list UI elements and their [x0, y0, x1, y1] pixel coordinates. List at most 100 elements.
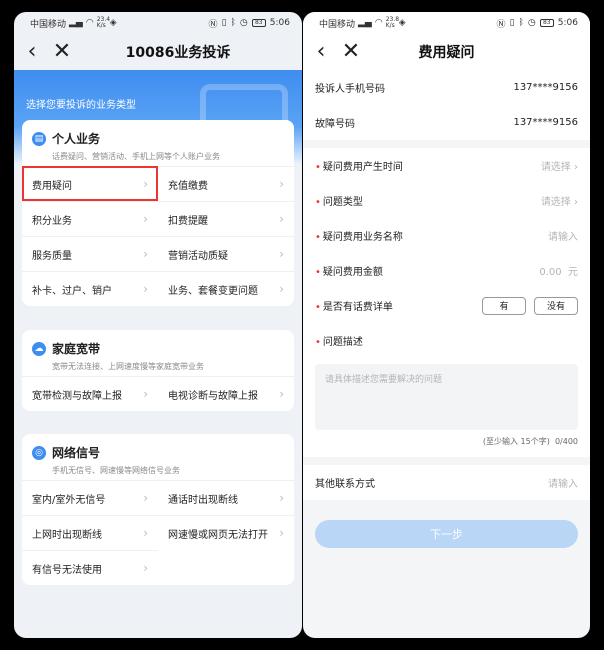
- fault-number-row: 故障号码 137****9156: [303, 105, 590, 140]
- item-marketing-doubt[interactable]: 营销活动质疑 ›: [158, 236, 294, 271]
- bill-detail-row: • 是否有话费详单 有 没有: [303, 288, 590, 323]
- banner-tip: 选择您要投诉的业务类型: [26, 100, 136, 111]
- chevron-right-icon: ›: [143, 387, 148, 401]
- description-section: • 问题描述 请具体描述您需要解决的问题 (至少输入 15个字) 0/400: [303, 323, 590, 457]
- item-broadband-check[interactable]: 宽带检测与故障上报 ›: [22, 376, 158, 411]
- fee-time-row[interactable]: • 疑问费用产生时间 请选择 ›: [303, 148, 590, 183]
- back-icon[interactable]: ‹: [309, 38, 333, 66]
- chevron-right-icon: ›: [574, 162, 578, 173]
- chevron-right-icon: ›: [279, 491, 284, 505]
- card-title: 个人业务: [52, 132, 101, 146]
- nav-bar: ‹ ✕ 10086业务投诉: [14, 34, 302, 70]
- item-recharge[interactable]: 充值缴费 ›: [158, 166, 294, 201]
- right-screen: 中国移动 ▂▄ ◠ 23.8 K/s ◈ Ⓝ ▯ ᛒ ◷ 83 5:06 ‹ ✕…: [303, 12, 590, 638]
- personal-business-card: ▤ 个人业务 话费疑问、营销活动、手机上网等个人账户业务 费用疑问 › 充值缴费 ›…: [22, 120, 294, 306]
- status-bar: 中国移动 ▂▄ ◠ 23.8 K/s ◈ Ⓝ ▯ ᛒ ◷ 83 5:06: [303, 12, 590, 34]
- service-name-label: 疑问费用业务名称: [322, 232, 403, 243]
- card-title: 家庭宽带: [52, 342, 101, 356]
- other-contact-label: 其他联系方式: [315, 479, 375, 490]
- yes-button[interactable]: 有: [482, 296, 526, 315]
- complainant-phone-row: 投诉人手机号码 137****9156: [303, 70, 590, 105]
- personal-icon: ▤: [32, 131, 46, 146]
- issue-type-row[interactable]: • 问题类型 请选择 ›: [303, 183, 590, 218]
- chevron-right-icon: ›: [143, 526, 148, 540]
- char-counter: (至少输入 15个字) 0/400: [482, 437, 578, 446]
- chevron-right-icon: ›: [143, 247, 148, 261]
- left-screen: 中国移动 ▂▄ ◠ 23.4 K/s ◈ Ⓝ ▯ ᛒ ◷ 83 5:06 ‹ ✕…: [14, 12, 302, 638]
- fault-number-label: 故障号码: [315, 119, 355, 130]
- item-data-drop[interactable]: 上网时出现断线 ›: [22, 515, 158, 550]
- chevron-right-icon: ›: [143, 282, 148, 296]
- alarm-icon: ◷: [527, 18, 536, 28]
- net-speed: 23.4 K/s: [96, 16, 111, 29]
- chevron-right-icon: ›: [574, 197, 578, 208]
- alarm-icon: ◷: [239, 18, 248, 28]
- chevron-right-icon: ›: [279, 177, 284, 191]
- item-signal-unusable[interactable]: 有信号无法使用 ›: [22, 550, 158, 585]
- item-plan-change[interactable]: 业务、套餐变更问题 ›: [158, 271, 294, 306]
- description-textarea[interactable]: 请具体描述您需要解决的问题: [315, 364, 578, 430]
- next-button[interactable]: 下一步: [315, 520, 578, 548]
- card-desc: 宽带无法连接、上网速度慢等家庭宽带业务: [52, 362, 204, 371]
- item-fee-question[interactable]: 费用疑问 ›: [22, 166, 158, 201]
- vibrate-icon: ▯: [509, 18, 515, 28]
- complainant-phone-label: 投诉人手机号码: [315, 84, 385, 95]
- chevron-right-icon: ›: [143, 212, 148, 226]
- chevron-right-icon: ›: [279, 526, 284, 540]
- chevron-right-icon: ›: [279, 212, 284, 226]
- item-service-quality[interactable]: 服务质量 ›: [22, 236, 158, 271]
- service-name-row[interactable]: • 疑问费用业务名称 请输入: [303, 218, 590, 253]
- close-icon[interactable]: ✕: [339, 38, 363, 66]
- item-tv-diagnose[interactable]: 电视诊断与故障上报 ›: [158, 376, 294, 411]
- amount-unit: 元: [568, 267, 578, 278]
- item-slow-network[interactable]: 网速慢或网页无法打开 ›: [158, 515, 294, 550]
- close-icon[interactable]: ✕: [50, 38, 74, 66]
- fee-amount-label: 疑问费用金额: [322, 267, 383, 278]
- chevron-right-icon: ›: [279, 387, 284, 401]
- item-points[interactable]: 积分业务 ›: [22, 201, 158, 236]
- card-title: 网络信号: [52, 446, 101, 460]
- wifi-icon: ◠: [85, 18, 94, 28]
- item-deduction-alert[interactable]: 扣费提醒 ›: [158, 201, 294, 236]
- chevron-right-icon: ›: [143, 491, 148, 505]
- signal-icon: ▂▄: [358, 18, 372, 28]
- bluetooth-icon: ᛒ: [230, 18, 236, 28]
- carrier-label: 中国移动: [30, 19, 67, 30]
- time-label: 5:06: [269, 18, 290, 28]
- no-button[interactable]: 没有: [534, 296, 578, 315]
- chevron-right-icon: ›: [279, 247, 284, 261]
- nfc-icon: Ⓝ: [208, 19, 218, 30]
- net-speed: 23.8 K/s: [385, 16, 400, 29]
- back-icon[interactable]: ‹: [20, 38, 44, 66]
- chevron-right-icon: ›: [279, 282, 284, 296]
- chevron-right-icon: ›: [143, 177, 148, 191]
- item-sim-transfer[interactable]: 补卡、过户、销户 ›: [22, 271, 158, 306]
- complainant-phone-value: 137****9156: [513, 82, 578, 93]
- battery-icon: 83: [539, 19, 554, 27]
- cloud-icon: ☁: [32, 341, 46, 356]
- item-no-signal[interactable]: 室内/室外无信号 ›: [22, 480, 158, 515]
- fault-number-value: 137****9156: [513, 117, 578, 128]
- fee-amount-row[interactable]: • 疑问费用金额 0.00 元: [303, 253, 590, 288]
- carrier-label: 中国移动: [319, 19, 356, 30]
- bill-detail-label: 是否有话费详单: [322, 302, 393, 313]
- item-call-drop[interactable]: 通话时出现断线 ›: [158, 480, 294, 515]
- other-contact-row[interactable]: 其他联系方式 请输入: [303, 465, 590, 500]
- signal-circle-icon: ◎: [32, 445, 46, 460]
- nav-bar: ‹ ✕ 费用疑问: [303, 34, 590, 70]
- other-contact-input[interactable]: 请输入: [548, 475, 578, 490]
- chevron-right-icon: ›: [143, 561, 148, 575]
- card-desc: 话费疑问、营销活动、手机上网等个人账户业务: [52, 152, 220, 161]
- description-label: 问题描述: [322, 337, 363, 348]
- fee-time-select: 请选择: [540, 162, 571, 173]
- service-name-input[interactable]: 请输入: [548, 228, 578, 243]
- app-icon: ◈: [109, 18, 117, 28]
- app-icon: ◈: [398, 18, 406, 28]
- network-signal-card: ◎ 网络信号 手机无信号、网速慢等网络信号业务 室内/室外无信号 › 通话时出现断…: [22, 434, 294, 585]
- issue-type-label: 问题类型: [322, 197, 363, 208]
- bluetooth-icon: ᛒ: [518, 18, 524, 28]
- fee-amount-input[interactable]: 0.00: [539, 267, 561, 278]
- time-label: 5:06: [557, 18, 578, 28]
- card-desc: 手机无信号、网速慢等网络信号业务: [52, 466, 180, 475]
- battery-icon: 83: [251, 19, 266, 27]
